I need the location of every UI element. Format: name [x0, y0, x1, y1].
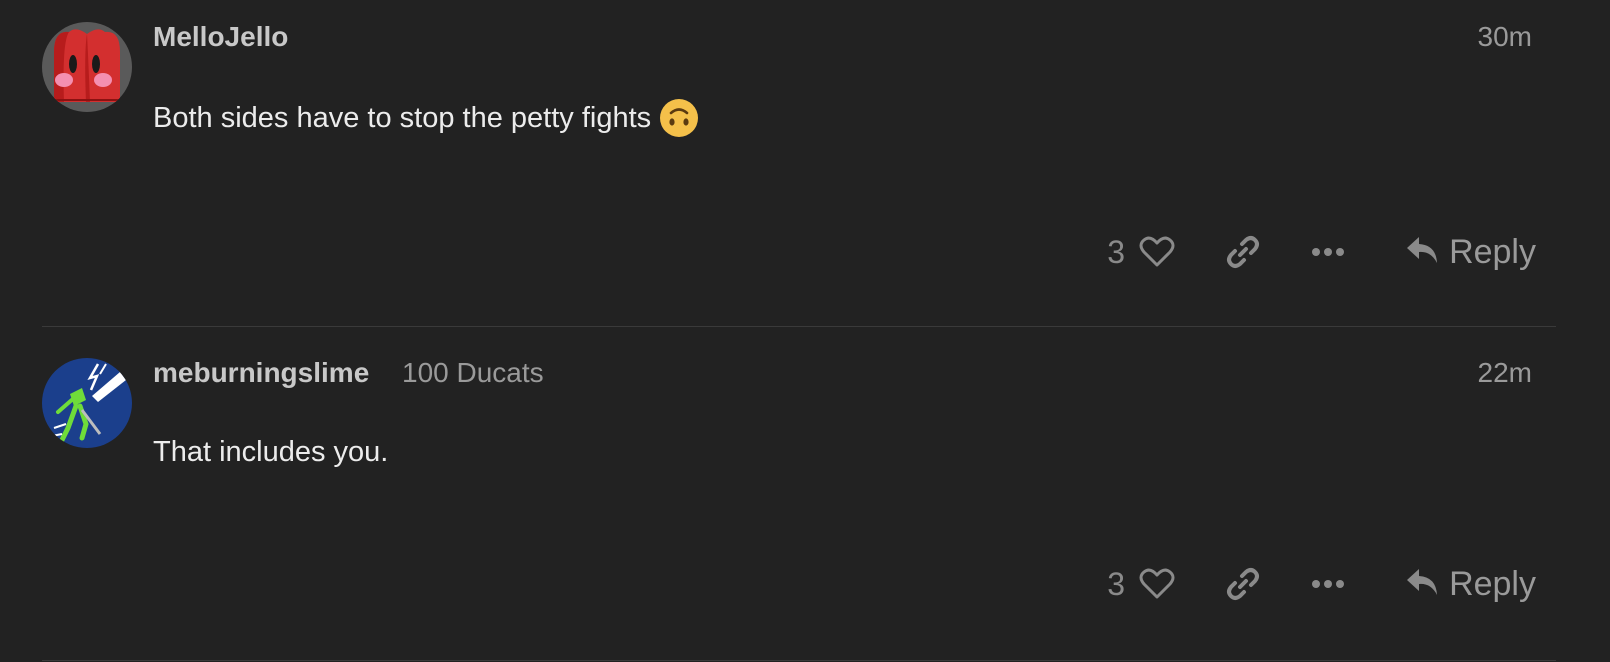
post-text: That includes you.	[153, 436, 389, 468]
reply-button[interactable]: Reply	[1405, 565, 1536, 604]
post-timestamp[interactable]: 22m	[1478, 357, 1532, 389]
user-flair: 100 Ducats	[402, 357, 544, 388]
username[interactable]: meburningslime	[153, 357, 369, 389]
reply-arrow-icon	[1405, 567, 1439, 602]
heart-icon[interactable]	[1139, 236, 1175, 268]
post-stream: MelloJello 30m Both sides have to stop t…	[0, 0, 1610, 662]
ellipsis-icon[interactable]	[1311, 579, 1345, 589]
post-body: That includes you.	[153, 436, 388, 469]
reply-label: Reply	[1449, 564, 1536, 603]
post-text: Both sides have to stop the petty fights	[153, 101, 652, 134]
link-icon[interactable]	[1225, 234, 1261, 270]
post-actions: 3 Reply	[1107, 562, 1536, 606]
avatar-image	[42, 358, 132, 448]
ellipsis-icon[interactable]	[1311, 247, 1345, 257]
post-timestamp[interactable]: 30m	[1478, 21, 1532, 53]
like-count[interactable]: 3	[1107, 234, 1125, 271]
username[interactable]: MelloJello	[153, 21, 288, 53]
heart-icon[interactable]	[1139, 568, 1175, 600]
reply-label: Reply	[1449, 232, 1536, 271]
post-divider	[42, 326, 1556, 327]
link-icon[interactable]	[1225, 566, 1261, 602]
reply-button[interactable]: Reply	[1405, 233, 1536, 272]
avatar-image	[42, 22, 132, 112]
post-body: Both sides have to stop the petty fights	[153, 98, 699, 138]
like-count[interactable]: 3	[1107, 566, 1125, 603]
post: MelloJello 30m Both sides have to stop t…	[42, 0, 1556, 327]
avatar[interactable]	[42, 22, 132, 112]
post-actions: 3 Reply	[1107, 230, 1536, 274]
post: meburningslime 100 Ducats 22m That inclu…	[42, 328, 1556, 662]
upside-down-face-icon	[659, 98, 699, 138]
post-divider	[42, 660, 1556, 661]
reply-arrow-icon	[1405, 235, 1439, 270]
avatar[interactable]	[42, 358, 132, 448]
